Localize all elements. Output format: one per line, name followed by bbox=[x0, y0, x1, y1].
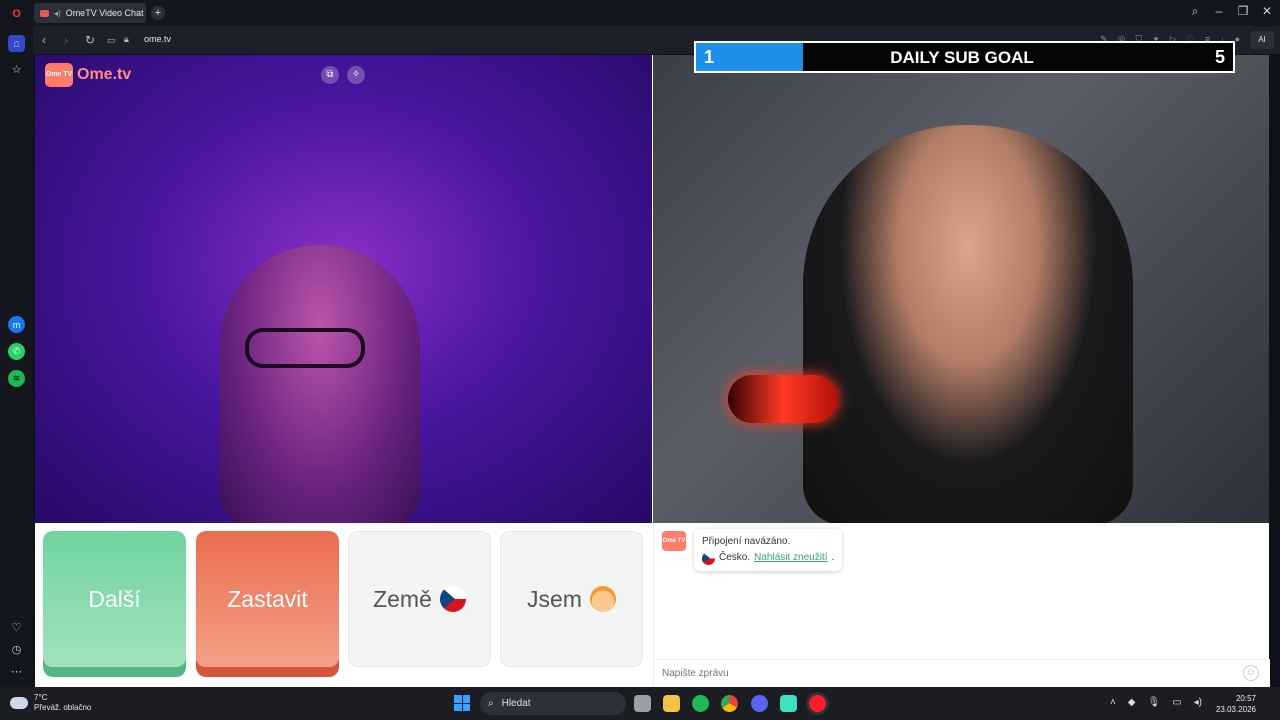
messenger-icon[interactable]: m bbox=[8, 316, 25, 333]
gender-button[interactable]: Jsem bbox=[500, 531, 643, 667]
microphone bbox=[728, 375, 838, 423]
taskbar-search[interactable]: ⌕ Hledat bbox=[480, 692, 626, 715]
ometv-page: Ome TV Ome.tv ⧉ ✧ Další Zastavit Země Js… bbox=[35, 55, 1270, 687]
sub-goal-overlay: 1 DAILY SUB GOAL 5 bbox=[694, 41, 1235, 73]
chat-panel: Ome TV Připojení navázáno. Česko. Nahlás… bbox=[653, 523, 1270, 687]
taskbar: 7°C Převáž. oblačno ⌕ Hledat ˄ ◆ 🎙︎ ▭ ◂)… bbox=[0, 687, 1280, 720]
chrome-icon[interactable] bbox=[721, 695, 738, 712]
whatsapp-icon[interactable]: ✆ bbox=[8, 343, 25, 360]
chat-input[interactable] bbox=[654, 659, 1270, 687]
windows-start-icon[interactable] bbox=[454, 695, 470, 711]
back-icon[interactable]: ‹ bbox=[42, 33, 46, 47]
report-abuse-link[interactable]: Nahlásit zneužití bbox=[754, 550, 827, 566]
stranger-person bbox=[220, 245, 420, 523]
stop-button-label: Zastavit bbox=[227, 585, 308, 612]
gender-button-label: Jsem bbox=[527, 585, 582, 612]
tab-ometv[interactable]: ◂) OmeTV Video Chat - bbox=[34, 3, 146, 23]
discord-icon[interactable] bbox=[751, 695, 768, 712]
weather-widget[interactable]: 7°C Převáž. oblačno bbox=[10, 693, 91, 713]
self-video bbox=[653, 55, 1269, 523]
history-icon[interactable]: ◷ bbox=[8, 641, 25, 658]
weather-desc: Převáž. oblačno bbox=[34, 703, 92, 712]
display-icon[interactable]: ▭ bbox=[1172, 697, 1181, 708]
task-view-icon[interactable] bbox=[634, 695, 651, 712]
search-icon: ⌕ bbox=[488, 698, 494, 709]
heart-icon[interactable]: ♡ bbox=[8, 619, 25, 636]
stranger-glasses bbox=[245, 328, 365, 368]
clock[interactable]: 20:57 23.03.2026 bbox=[1216, 693, 1256, 715]
ometv-favicon-icon bbox=[40, 9, 49, 17]
star-icon[interactable]: ☆ bbox=[8, 61, 25, 78]
camera-icon: ▭ bbox=[107, 35, 116, 45]
pip-icon[interactable]: ⧉ bbox=[321, 66, 339, 84]
opera-logo-icon[interactable]: O bbox=[8, 5, 25, 22]
file-explorer-icon[interactable] bbox=[663, 695, 680, 712]
goal-target: 5 bbox=[1214, 47, 1225, 67]
goal-current: 1 bbox=[704, 47, 715, 67]
system-message: Připojení navázáno. Česko. Nahlásit zneu… bbox=[694, 529, 843, 571]
title-bar: O ◂) OmeTV Video Chat - + ⌕ – ❐ ✕ bbox=[0, 0, 1280, 26]
opera-taskbar-icon[interactable] bbox=[809, 695, 826, 712]
chevron-up-icon[interactable]: ˄ bbox=[1110, 697, 1116, 708]
next-button[interactable]: Další bbox=[43, 531, 186, 667]
next-button-label: Další bbox=[88, 585, 141, 612]
browser-sidebar: ⌂ ☆ m ✆ ≋ ♡ ◷ ⋯ bbox=[0, 26, 33, 687]
tray-app-icon[interactable]: ◆ bbox=[1128, 697, 1136, 708]
streamer-person bbox=[803, 125, 1133, 523]
game-app-icon[interactable] bbox=[780, 695, 797, 712]
effects-icon[interactable]: ✧ bbox=[347, 66, 365, 84]
ometv-chat-badge: Ome TV bbox=[662, 531, 686, 551]
weather-temp: 7°C bbox=[34, 693, 48, 702]
stranger-video: Ome TV Ome.tv ⧉ ✧ bbox=[35, 55, 652, 523]
czech-flag-small-icon bbox=[702, 551, 715, 565]
ometv-logo-badge: Ome TV bbox=[45, 63, 73, 87]
reload-icon[interactable]: ↻ bbox=[85, 33, 95, 47]
volume-icon[interactable]: ◂) bbox=[1194, 697, 1202, 708]
profile-icon[interactable]: ● bbox=[1235, 34, 1240, 45]
taskbar-search-label: Hledat bbox=[501, 698, 531, 709]
period: . bbox=[831, 552, 835, 563]
boy-emoji-icon bbox=[589, 586, 616, 612]
goal-title: DAILY SUB GOAL bbox=[890, 48, 1034, 67]
new-tab-button[interactable]: + bbox=[151, 6, 165, 20]
ai-button[interactable]: AI bbox=[1250, 31, 1274, 49]
clock-time: 20:57 bbox=[1235, 694, 1256, 703]
restore-button[interactable]: ❐ bbox=[1233, 4, 1253, 18]
more-icon[interactable]: ⋯ bbox=[8, 663, 25, 680]
minimize-button[interactable]: – bbox=[1209, 4, 1229, 18]
system-tray: ˄ ◆ 🎙︎ ▭ ◂) bbox=[1110, 697, 1202, 708]
clock-date: 23.03.2026 bbox=[1215, 705, 1256, 714]
close-button[interactable]: ✕ bbox=[1257, 4, 1277, 18]
mic-tray-icon[interactable]: 🎙︎ bbox=[1147, 697, 1160, 708]
ometv-logo[interactable]: Ome TV Ome.tv bbox=[45, 63, 131, 87]
lock-icon: 🔒︎ bbox=[124, 34, 129, 44]
url-field[interactable]: ome.tv bbox=[144, 34, 171, 44]
connection-status: Připojení navázáno. bbox=[702, 536, 791, 547]
home-icon[interactable]: ⌂ bbox=[8, 35, 25, 52]
country-button-label: Země bbox=[373, 585, 432, 612]
ometv-logo-text: Ome.tv bbox=[77, 66, 132, 83]
spotify-icon[interactable]: ≋ bbox=[8, 370, 25, 387]
spotify-taskbar-icon[interactable] bbox=[692, 695, 709, 712]
forward-icon[interactable]: › bbox=[64, 33, 68, 47]
tab-title: OmeTV Video Chat - bbox=[65, 8, 146, 18]
partner-country: Česko. bbox=[719, 552, 751, 563]
cloud-icon bbox=[10, 697, 28, 709]
stop-button[interactable]: Zastavit bbox=[196, 531, 339, 667]
emoji-icon[interactable]: ☺ bbox=[1243, 665, 1259, 681]
speaker-icon[interactable]: ◂) bbox=[54, 9, 61, 18]
search-tabs-icon[interactable]: ⌕ bbox=[1185, 4, 1205, 19]
czech-flag-icon bbox=[439, 586, 466, 612]
country-button[interactable]: Země bbox=[348, 531, 491, 667]
